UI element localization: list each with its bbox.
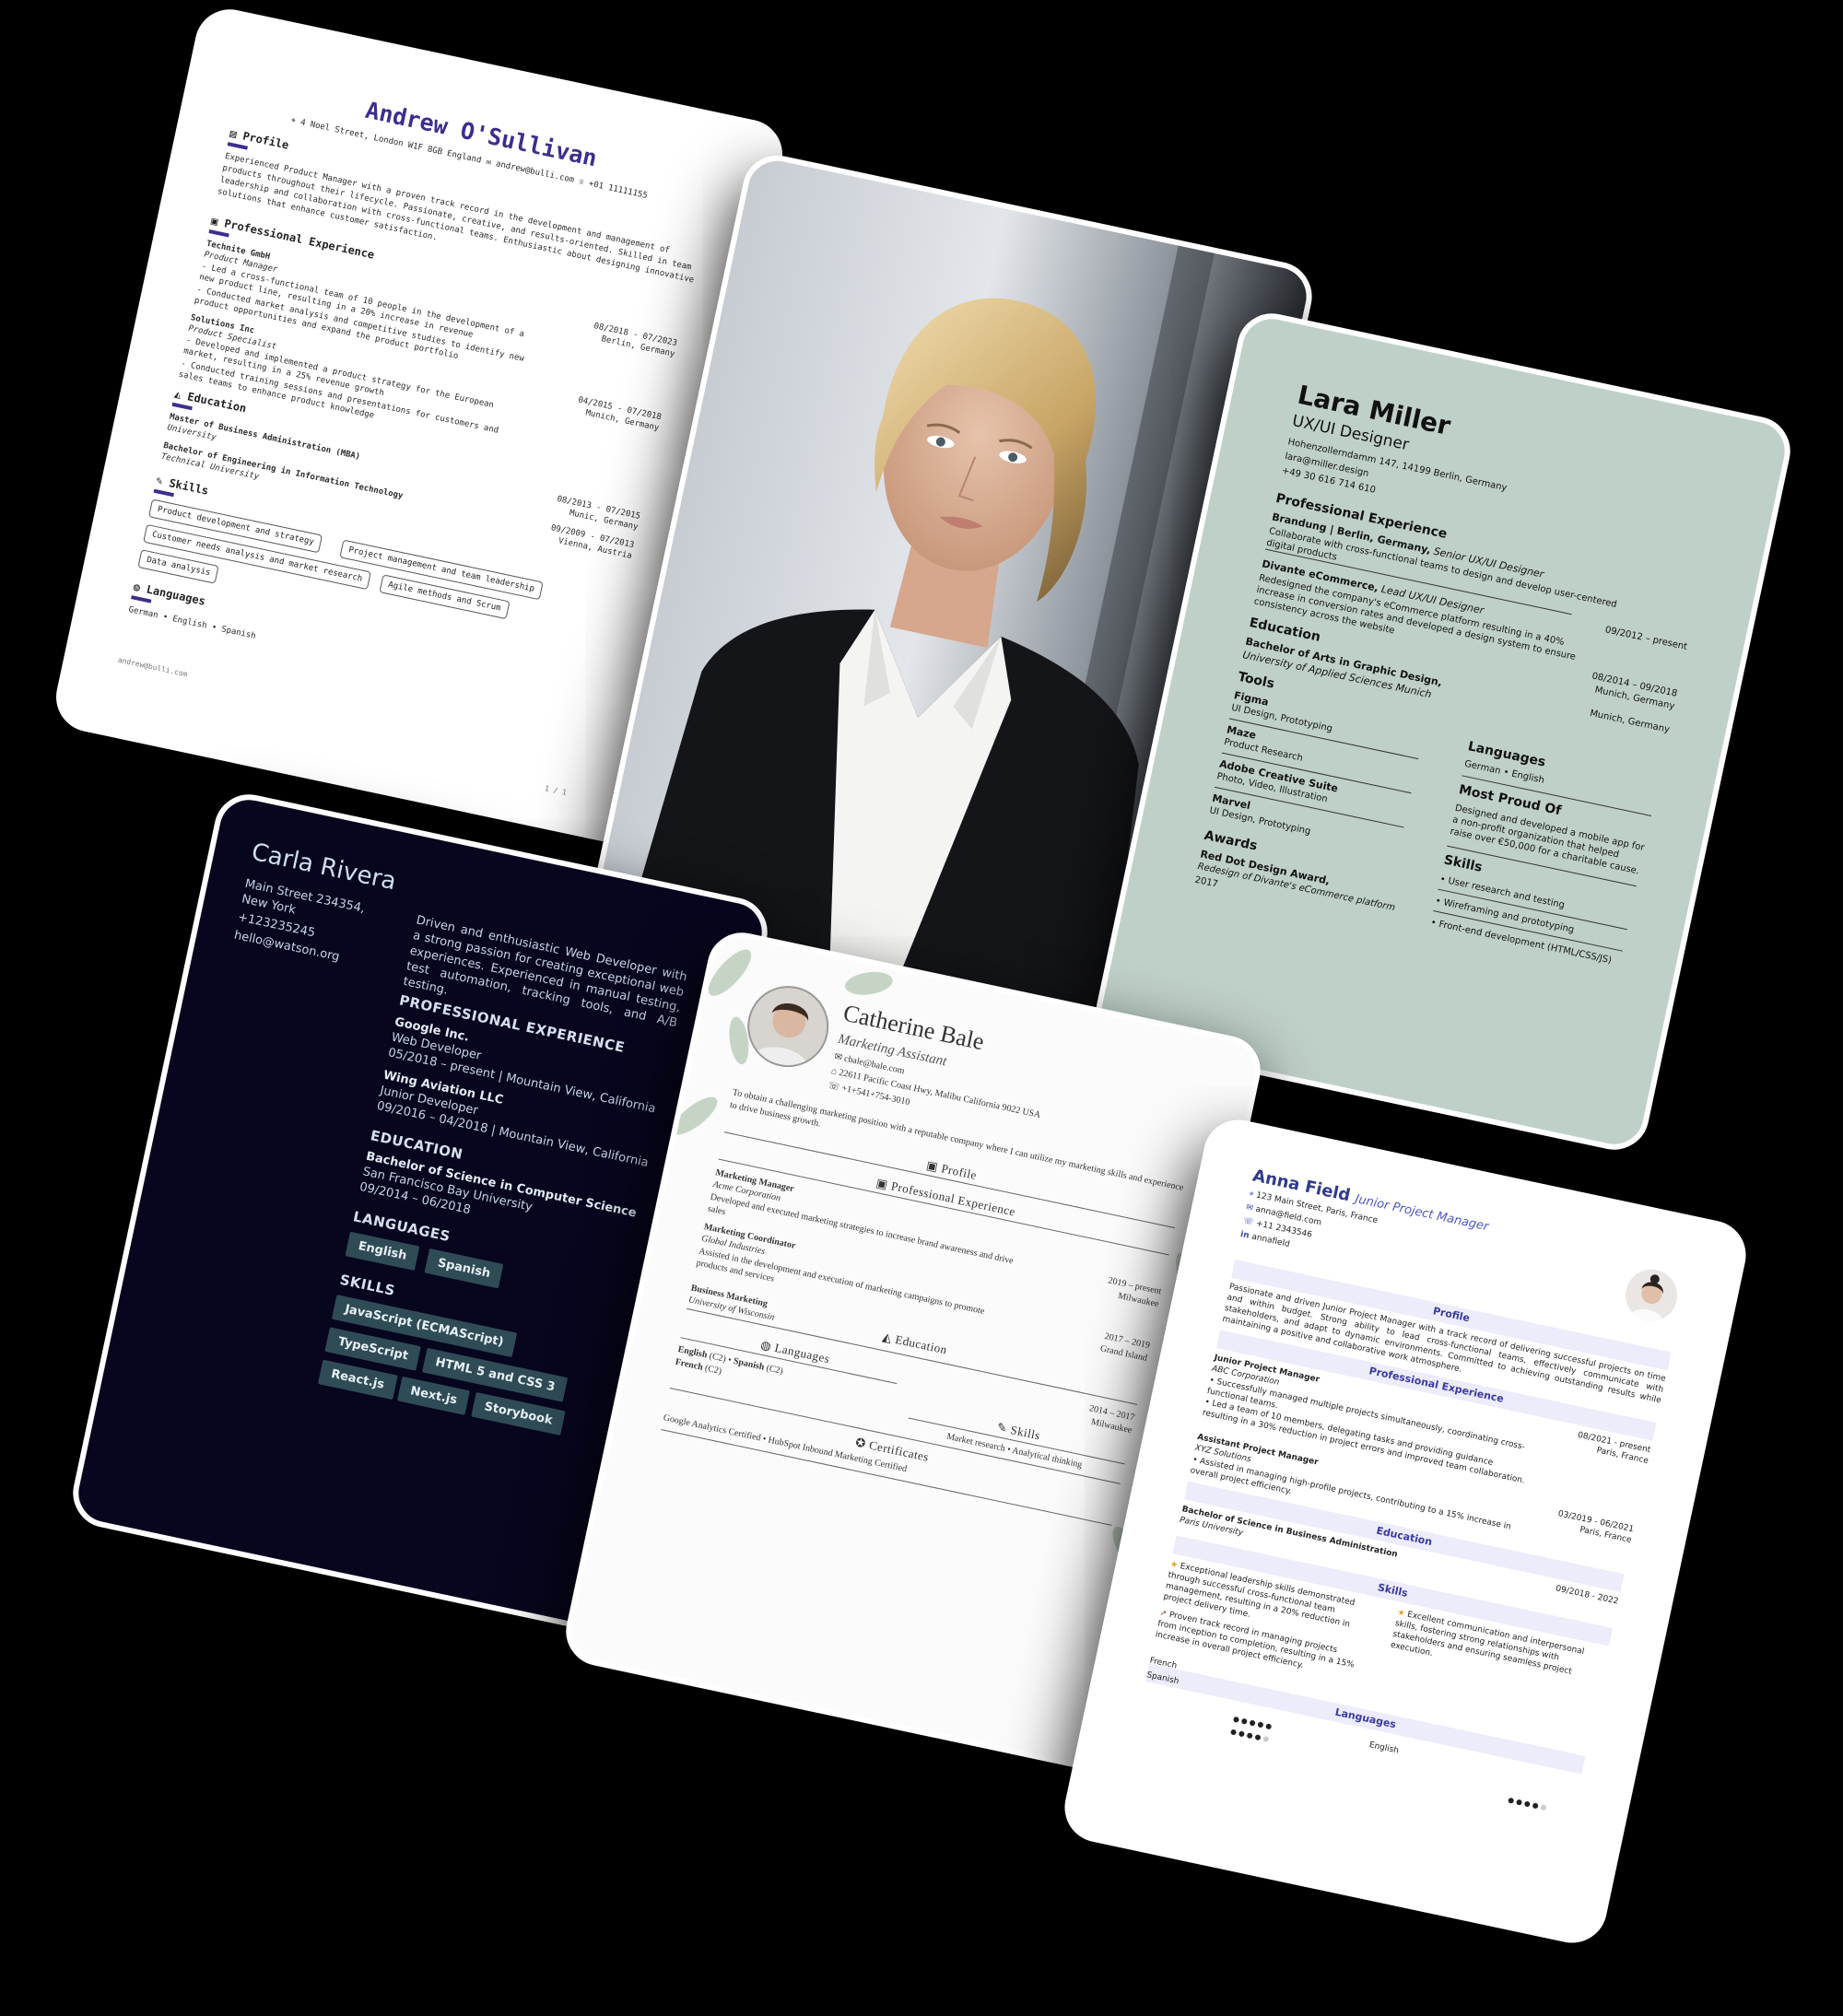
section-title-languages: Languages <box>145 582 207 608</box>
section-title-languages: Languages <box>1333 1705 1398 1731</box>
skill-tag: React.js <box>317 1359 398 1401</box>
section-underline <box>208 229 229 238</box>
phone: +01 11111155 <box>587 179 649 201</box>
language-tag: Spanish <box>424 1248 504 1289</box>
languages-list: German • English • Spanish <box>127 604 257 641</box>
avatar-photo <box>1627 1274 1664 1325</box>
job-entry: Technite GmbH Product Manager - Led a cr… <box>194 3 789 364</box>
section-underline <box>227 142 248 150</box>
skill-tag: Next.js <box>396 1376 471 1415</box>
section-underline <box>131 595 152 604</box>
language-name: English <box>1368 1741 1400 1756</box>
job-title: Junior Project Manager <box>1354 1192 1490 1235</box>
section-title-profile: Profile <box>241 129 290 152</box>
page-number: 1 / 1 <box>544 784 568 797</box>
avatar <box>1620 1264 1683 1327</box>
section-underline <box>153 488 174 498</box>
edu-location: Munich, Germany <box>1589 708 1671 735</box>
section-title-education: Education <box>186 390 248 416</box>
linkedin: annafield <box>1250 1232 1291 1249</box>
section-title-skills: SKILLS <box>338 1271 397 1299</box>
section-title-skills: Skills <box>168 476 210 498</box>
section-title-skills: Skills <box>1442 852 1484 875</box>
section-underline <box>171 402 193 411</box>
footer-email: andrew@bulli.com <box>117 655 189 679</box>
section-title-tools: Tools <box>1236 669 1276 692</box>
award-year: 2017 <box>1193 874 1219 890</box>
tool-desc: Product Research <box>1223 736 1304 764</box>
language-tag: English <box>345 1231 420 1272</box>
language-level-dots <box>1507 1789 1551 1815</box>
job-entry: Solutions Inc Product Specialist - Devel… <box>178 3 789 436</box>
